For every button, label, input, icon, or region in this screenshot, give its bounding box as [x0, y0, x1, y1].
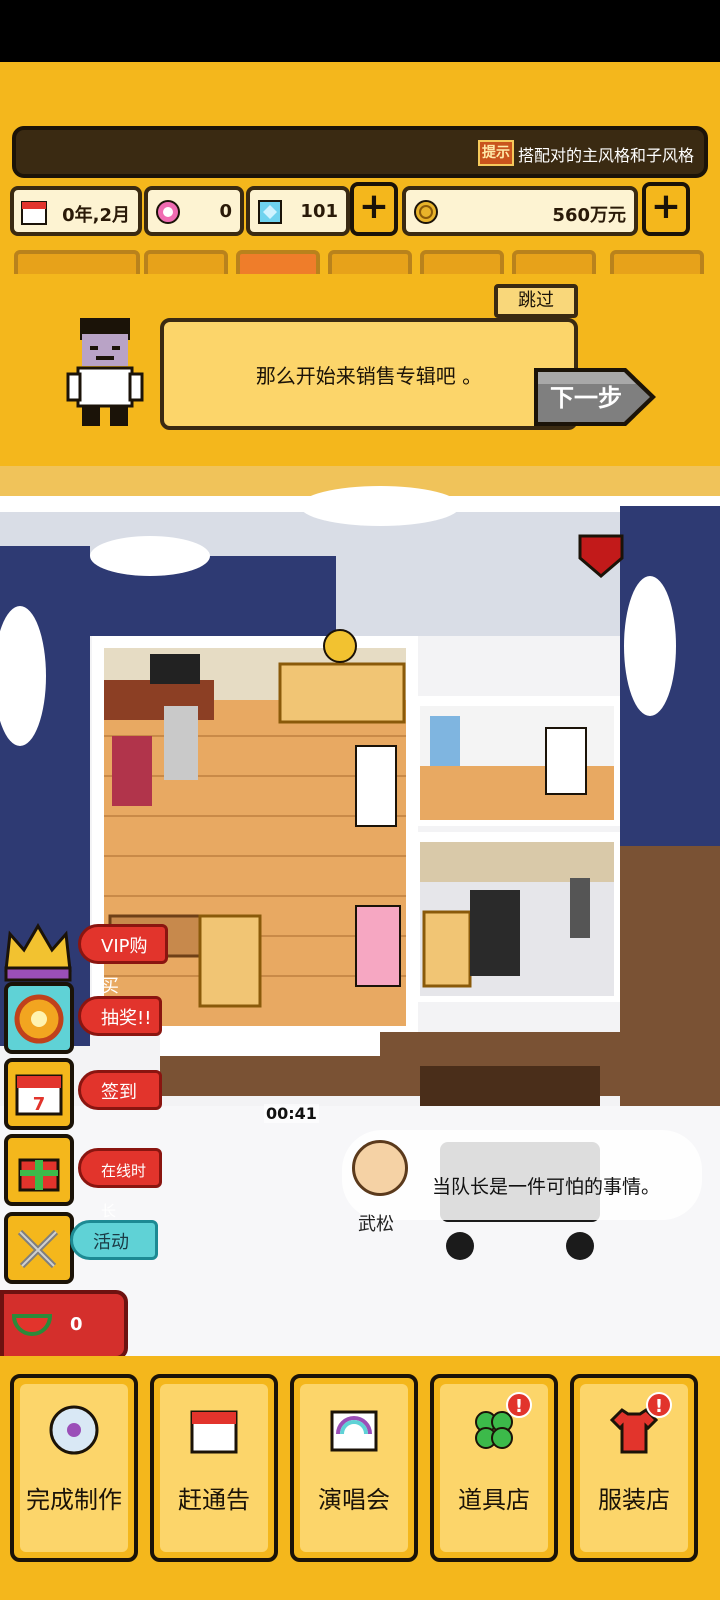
add-money-button[interactable]: +	[642, 182, 690, 236]
watermelon-counter[interactable]: 0	[0, 1290, 128, 1360]
gift-icon	[18, 1158, 60, 1192]
tab-6[interactable]	[512, 250, 596, 274]
resource-bar: 0年,2月 0 101 + 560万元 +	[10, 182, 710, 238]
tutorial-message: 那么开始来销售专辑吧 。	[255, 364, 483, 388]
skip-button[interactable]: 跳过	[494, 284, 578, 318]
countdown-timer: 00:41	[264, 1104, 319, 1123]
tab-strip	[10, 244, 710, 274]
tab-7[interactable]	[610, 250, 704, 274]
tab-rank[interactable]	[14, 250, 140, 274]
gem-value: 0	[219, 201, 232, 222]
date-value: 0年,2月	[62, 205, 130, 226]
speech-bubble: 那么开始来销售专辑吧 。	[160, 318, 578, 430]
online-time-tag[interactable]: 在线时长	[78, 1148, 162, 1220]
calendar-icon	[190, 1410, 238, 1454]
money-value: 560万元	[552, 205, 626, 226]
tip-badge: 提示	[478, 140, 514, 166]
tab-3[interactable]	[236, 250, 320, 274]
schedule-button[interactable]: 赶通告	[150, 1374, 278, 1562]
status-bar	[0, 0, 720, 62]
event-tag[interactable]: 活动	[70, 1220, 158, 1260]
diamond-icon	[258, 200, 282, 224]
pink-gem-icon	[156, 200, 180, 224]
next-step-label: 下一步	[550, 384, 622, 412]
alert-badge: !	[646, 1392, 672, 1418]
svg-text:7: 7	[33, 1094, 46, 1115]
diamond-value: 101	[300, 201, 338, 222]
tab-5[interactable]	[420, 250, 504, 274]
crown-icon	[4, 923, 72, 982]
character-avatar	[352, 1140, 408, 1196]
checkin-button[interactable]: 7	[0, 1058, 76, 1130]
crossed-swords-icon	[17, 1229, 59, 1269]
manager-npc-sprite	[66, 318, 144, 426]
tip-text: 搭配对的主风格和子风格	[518, 146, 695, 165]
lottery-icon	[14, 994, 64, 1044]
clothing-shop-button[interactable]: ! 服装店	[570, 1374, 698, 1562]
finish-production-button[interactable]: 完成制作	[10, 1374, 138, 1562]
watermelon-count: 0	[70, 1314, 83, 1335]
character-chat-bubble: 武松 当队长是一件可怕的事情。	[342, 1130, 702, 1235]
news-ticker: 提示 搭配对的主风格和子风格	[12, 126, 708, 178]
lottery-tag[interactable]: 抽奖!!	[78, 996, 162, 1036]
nav-label: 演唱会	[318, 1486, 390, 1514]
event-button[interactable]	[0, 1212, 76, 1284]
nav-label: 赶通告	[178, 1486, 250, 1514]
online-time-button[interactable]	[0, 1134, 76, 1206]
alert-badge: !	[506, 1392, 532, 1418]
coin-icon	[414, 200, 438, 224]
money-display: 560万元	[402, 186, 638, 236]
disc-icon	[49, 1405, 99, 1455]
nav-label: 服装店	[598, 1486, 670, 1514]
next-step-button[interactable]: 下一步	[530, 362, 660, 432]
character-speech: 当队长是一件可怕的事情。	[432, 1176, 661, 1198]
lottery-button[interactable]	[0, 982, 76, 1054]
item-shop-button[interactable]: ! 道具店	[430, 1374, 558, 1562]
nav-label: 道具店	[458, 1486, 530, 1514]
gem-display: 0	[144, 186, 244, 236]
tab-4[interactable]	[328, 250, 412, 274]
add-diamond-button[interactable]: +	[350, 182, 398, 236]
concert-icon	[330, 1410, 378, 1452]
nav-label: 完成制作	[26, 1486, 122, 1514]
date-display: 0年,2月	[10, 186, 142, 236]
calendar-icon: 7	[15, 1074, 63, 1116]
diamond-display: 101	[246, 186, 350, 236]
tab-2[interactable]	[144, 250, 228, 274]
character-name: 武松	[358, 1214, 394, 1235]
concert-button[interactable]: 演唱会	[290, 1374, 418, 1562]
vip-tag[interactable]: VIP购买	[78, 924, 168, 997]
watermelon-icon	[12, 1314, 52, 1336]
calendar-icon	[21, 201, 47, 225]
checkin-tag[interactable]: 签到	[78, 1070, 162, 1110]
